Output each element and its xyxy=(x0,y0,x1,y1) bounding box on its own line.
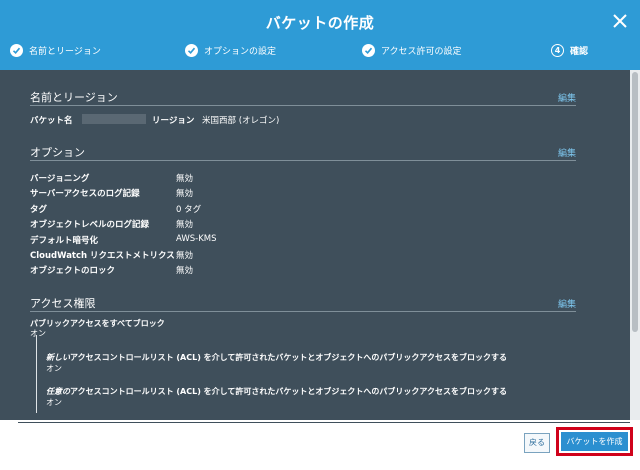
option-value: 無効 xyxy=(176,251,194,261)
option-label: オブジェクトのロック xyxy=(30,266,116,276)
step-options[interactable]: オプションの設定 xyxy=(185,44,276,57)
option-value: 0 タグ xyxy=(176,205,202,215)
option-label: サーバーアクセスのログ記録 xyxy=(30,189,140,199)
label-text: アクセスコントロールリスト (ACL) を介して許可されたバケットとオブジェクト… xyxy=(70,353,507,362)
option-value: 無効 xyxy=(176,220,194,230)
region-label: リージョン xyxy=(152,116,195,126)
create-bucket-button[interactable]: バケットを作成 xyxy=(561,432,628,451)
option-label: タグ xyxy=(30,205,48,215)
bucket-name-value xyxy=(82,114,146,124)
step-label: 確認 xyxy=(570,47,589,57)
edit-permissions-link[interactable]: 編集 xyxy=(558,297,576,310)
step-review: 4 確認 xyxy=(551,44,588,57)
block-new-acl-value: オン xyxy=(46,364,62,373)
step-label: 名前とリージョン xyxy=(29,47,101,57)
section-title-name-region: 名前とリージョン xyxy=(30,91,118,104)
step-label: オプションの設定 xyxy=(204,47,277,57)
checkmark-icon xyxy=(10,44,23,57)
step-label: アクセス許可の設定 xyxy=(381,47,462,57)
indent-line xyxy=(36,335,37,413)
region-value: 米国西部 (オレゴン) xyxy=(202,116,280,126)
divider xyxy=(30,105,576,106)
option-label: バージョニング xyxy=(30,174,90,184)
dialog-header: バケットの作成 名前とリージョン オプションの設定 アクセス許可の設定 4 確認 xyxy=(0,0,640,70)
option-value: 無効 xyxy=(176,189,194,199)
option-label: デフォルト暗号化 xyxy=(30,236,99,246)
checkmark-icon xyxy=(362,44,375,57)
dialog-title: バケットの作成 xyxy=(265,14,375,32)
back-button[interactable]: 戻る xyxy=(524,433,550,453)
step-number: 4 xyxy=(551,44,564,57)
divider xyxy=(18,422,630,423)
section-title-options: オプション xyxy=(30,146,85,159)
edit-options-link[interactable]: 編集 xyxy=(558,146,576,159)
edit-name-region-link[interactable]: 編集 xyxy=(558,91,576,104)
block-all-value: オン xyxy=(30,329,46,338)
section-title-permissions: アクセス権限 xyxy=(30,297,96,310)
checkmark-icon xyxy=(185,44,198,57)
block-any-acl-value: オン xyxy=(46,398,62,407)
divider xyxy=(30,311,576,312)
label-text: アクセスコントロールリスト (ACL) を介して許可されたバケットとオブジェクト… xyxy=(70,387,507,396)
block-all-label: パブリックアクセスをすべてブロック xyxy=(30,319,165,328)
option-value: AWS-KMS xyxy=(176,234,217,244)
emphasis-text: 任意の xyxy=(46,387,70,396)
option-label: オブジェクトレベルのログ記録 xyxy=(30,220,150,230)
close-icon[interactable] xyxy=(610,11,630,31)
step-permissions[interactable]: アクセス許可の設定 xyxy=(362,44,462,57)
option-value: 無効 xyxy=(176,174,194,184)
block-new-acl-label: 新しいアクセスコントロールリスト (ACL) を介して許可されたバケットとオブジ… xyxy=(46,352,507,363)
scrollbar-thumb[interactable] xyxy=(632,72,638,332)
block-any-acl-label: 任意のアクセスコントロールリスト (ACL) を介して許可されたバケットとオブジ… xyxy=(46,386,507,397)
option-label: CloudWatch リクエストメトリクス xyxy=(30,251,175,261)
divider xyxy=(30,160,576,161)
emphasis-text: 新しい xyxy=(46,353,70,362)
bucket-name-label: バケット名 xyxy=(30,116,73,126)
option-value: 無効 xyxy=(176,266,194,276)
wizard-steps: 名前とリージョン オプションの設定 アクセス許可の設定 4 確認 xyxy=(0,40,640,66)
step-name-region[interactable]: 名前とリージョン xyxy=(10,44,101,57)
